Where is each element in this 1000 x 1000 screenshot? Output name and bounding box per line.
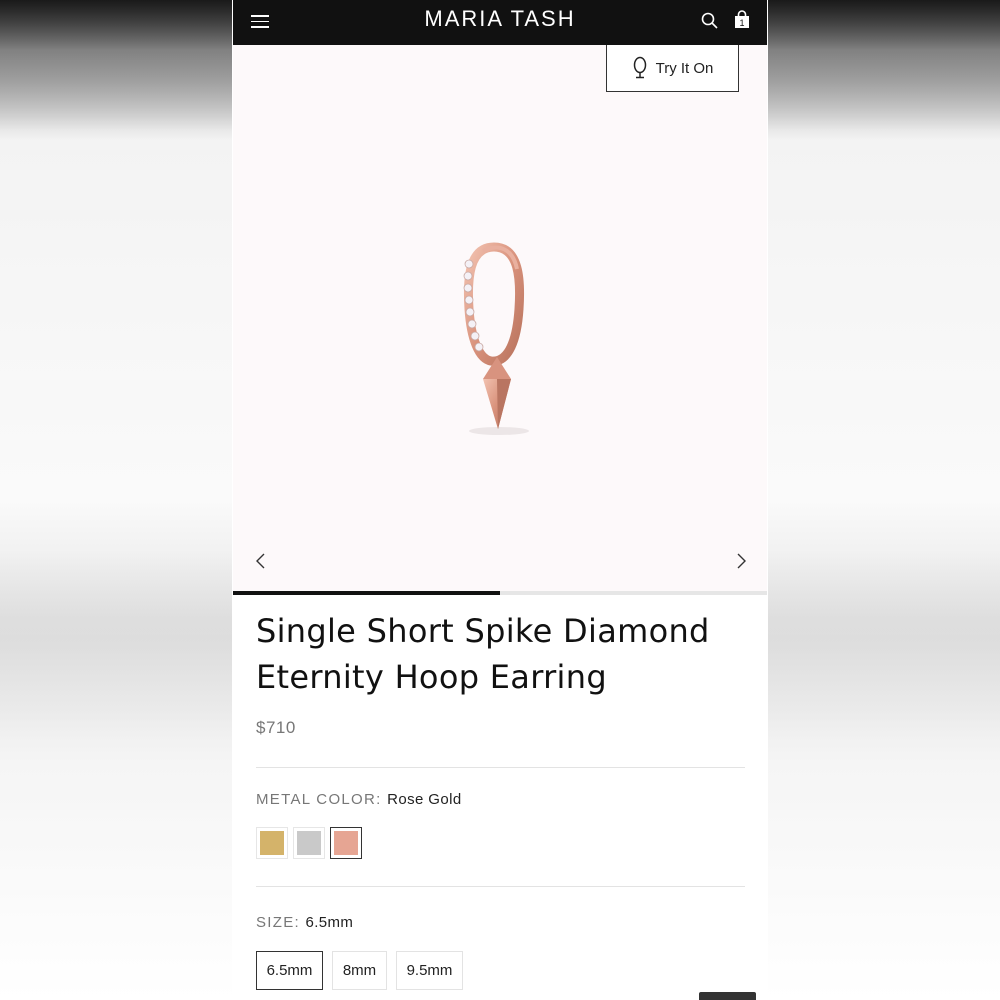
size-option-8mm[interactable]: 8mm xyxy=(332,951,387,990)
floating-action-button[interactable] xyxy=(699,992,756,1000)
product-title: Single Short Spike Diamond Eternity Hoop… xyxy=(256,608,736,700)
earring-product-image xyxy=(463,242,529,435)
chevron-left-icon[interactable] xyxy=(251,551,271,571)
bag-count: 1 xyxy=(739,18,744,28)
product-price: $710 xyxy=(256,718,296,737)
mirror-icon xyxy=(633,56,646,79)
background-left xyxy=(0,0,232,1000)
shopping-bag-icon[interactable]: 1 xyxy=(733,10,751,30)
divider xyxy=(256,886,745,887)
size-label: SIZE: 6.5mm xyxy=(256,914,353,931)
search-icon[interactable] xyxy=(700,11,720,31)
top-navigation-bar: MARIA TASH 1 xyxy=(233,0,767,45)
brand-logo[interactable]: MARIA TASH xyxy=(233,6,767,32)
size-heading: SIZE: xyxy=(256,914,301,931)
product-title-line1: Single Short Spike Diamond xyxy=(256,612,710,650)
product-title-line2: Eternity Hoop Earring xyxy=(256,658,607,696)
divider xyxy=(256,767,745,768)
size-option-9-5mm[interactable]: 9.5mm xyxy=(396,951,463,990)
metal-color-value: Rose Gold xyxy=(387,791,462,808)
size-option-6-5mm[interactable]: 6.5mm xyxy=(256,951,323,990)
swatch-fill xyxy=(334,831,358,855)
gallery-progress-bar xyxy=(233,591,767,595)
swatch-yellow-gold[interactable] xyxy=(256,827,288,859)
try-it-on-button[interactable]: Try It On xyxy=(606,45,739,92)
swatch-fill xyxy=(297,831,321,855)
swatch-white-gold[interactable] xyxy=(293,827,325,859)
swatch-fill xyxy=(260,831,284,855)
metal-color-label: METAL COLOR: Rose Gold xyxy=(256,791,462,808)
gallery-progress-fill xyxy=(233,591,500,595)
try-it-on-label: Try It On xyxy=(655,59,714,77)
metal-color-heading: METAL COLOR: xyxy=(256,791,382,808)
product-image-gallery[interactable]: Try It On xyxy=(233,45,767,591)
size-value: 6.5mm xyxy=(305,914,354,931)
phone-screen: MARIA TASH 1 Try It On Single Short Spik… xyxy=(232,0,768,1000)
chevron-right-icon[interactable] xyxy=(731,551,751,571)
background-right xyxy=(768,0,1000,1000)
swatch-rose-gold[interactable] xyxy=(330,827,362,859)
